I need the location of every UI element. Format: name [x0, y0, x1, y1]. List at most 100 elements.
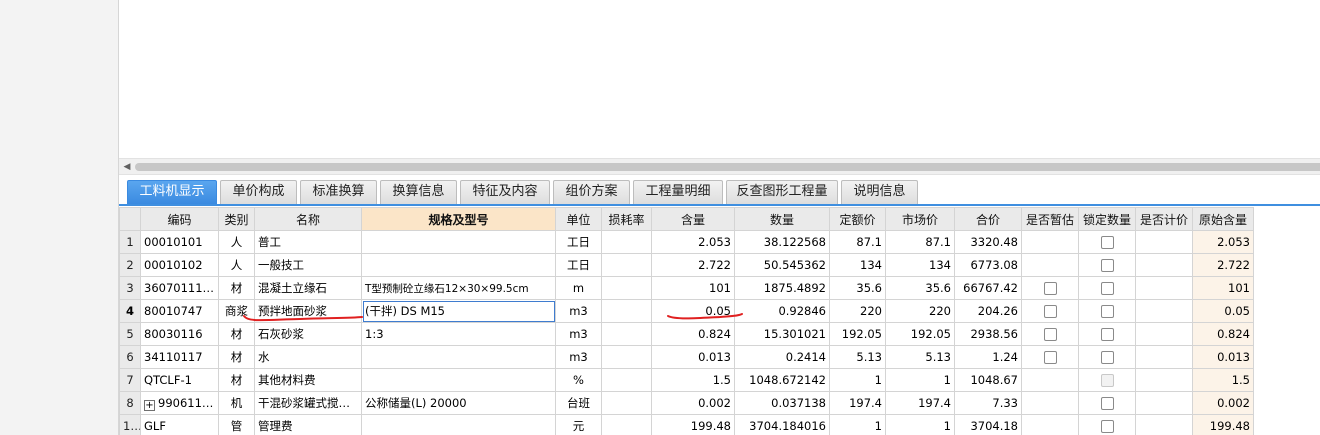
cell-loss-rate[interactable] [601, 276, 652, 300]
cell-market-price[interactable]: 220 [885, 299, 955, 323]
cell-loss-rate[interactable] [601, 299, 652, 323]
checkbox-icon[interactable] [1043, 328, 1057, 341]
header-original-content[interactable]: 原始含量 [1192, 207, 1254, 231]
cell-name[interactable]: 管理费 [254, 414, 362, 435]
header-lock-qty[interactable]: 锁定数量 [1078, 207, 1136, 231]
checkbox-icon[interactable] [1100, 328, 1114, 341]
checkbox-icon[interactable] [1043, 282, 1057, 295]
cell-type[interactable]: 材 [218, 345, 255, 369]
cell-loss-rate[interactable] [601, 414, 652, 435]
checkbox-icon[interactable] [1100, 236, 1114, 249]
table-row[interactable]: 2 00010102 人 一般技工 工日 2.722 50.545362 134… [119, 253, 1254, 277]
checkbox-icon[interactable] [1043, 351, 1057, 364]
cell-quantity[interactable]: 1875.4892 [734, 276, 830, 300]
cell-name[interactable]: 预拌地面砂浆 [254, 299, 362, 323]
cell-spec[interactable]: 1:3 [361, 322, 556, 346]
cell-type[interactable]: 机 [218, 391, 255, 415]
cell-unit[interactable]: 台班 [555, 391, 602, 415]
cell-quantity[interactable]: 0.92846 [734, 299, 830, 323]
header-content[interactable]: 含量 [651, 207, 735, 231]
checkbox-icon[interactable] [1100, 282, 1114, 295]
cell-loss-rate[interactable] [601, 345, 652, 369]
table-row[interactable]: 3 36070111@1 材 混凝土立缘石 T型预制砼立缘石12×30×99.5… [119, 276, 1254, 300]
cell-quota-price[interactable]: 35.6 [829, 276, 886, 300]
cell-market-price[interactable]: 5.13 [885, 345, 955, 369]
table-row[interactable]: 6 34110117 材 水 m3 0.013 0.2414 5.13 5.13… [119, 345, 1254, 369]
tab-materials-display[interactable]: 工料机显示 [127, 180, 217, 204]
cell-code[interactable]: 80030116 [140, 322, 219, 346]
cell-market-price[interactable]: 134 [885, 253, 955, 277]
cell-spec[interactable] [361, 230, 556, 254]
cell-unit[interactable]: m3 [555, 299, 602, 323]
cell-name[interactable]: 水 [254, 345, 362, 369]
cell-type[interactable]: 商浆 [218, 299, 255, 323]
cell-quota-price[interactable]: 5.13 [829, 345, 886, 369]
cell-code[interactable]: 00010102 [140, 253, 219, 277]
checkbox-icon[interactable] [1043, 305, 1057, 318]
cell-spec[interactable] [361, 368, 556, 392]
triangle-left-icon[interactable]: ◀ [121, 161, 133, 173]
cell-content[interactable]: 0.013 [651, 345, 735, 369]
cell-quantity[interactable]: 38.122568 [734, 230, 830, 254]
table-row-selected[interactable]: 4 80010747 商浆 预拌地面砂浆 (干拌) DS M15 m3 0.05… [119, 299, 1254, 323]
cell-code[interactable]: 00010101 [140, 230, 219, 254]
cell-loss-rate[interactable] [601, 230, 652, 254]
cell-unit[interactable]: % [555, 368, 602, 392]
table-row[interactable]: 8 +990611010 机 干混砂浆罐式搅… 公称储量(L) 20000 台班… [119, 391, 1254, 415]
checkbox-icon[interactable] [1100, 397, 1114, 410]
cell-loss-rate[interactable] [601, 368, 652, 392]
cell-spec[interactable] [361, 253, 556, 277]
cell-code[interactable]: QTCLF-1 [140, 368, 219, 392]
cell-quota-price[interactable]: 220 [829, 299, 886, 323]
cell-unit[interactable]: 元 [555, 414, 602, 435]
cell-type[interactable]: 管 [218, 414, 255, 435]
horizontal-scrollbar[interactable]: ◀ [119, 158, 1320, 175]
header-quantity[interactable]: 数量 [734, 207, 830, 231]
cell-unit[interactable]: m [555, 276, 602, 300]
header-quota-price[interactable]: 定额价 [829, 207, 886, 231]
header-spec[interactable]: 规格及型号 [361, 207, 556, 231]
cell-loss-rate[interactable] [601, 391, 652, 415]
cell-quota-price[interactable]: 1 [829, 368, 886, 392]
cell-type[interactable]: 材 [218, 368, 255, 392]
cell-name[interactable]: 一般技工 [254, 253, 362, 277]
checkbox-icon[interactable] [1100, 305, 1114, 318]
cell-content[interactable]: 2.053 [651, 230, 735, 254]
header-name[interactable]: 名称 [254, 207, 362, 231]
cell-content[interactable]: 1.5 [651, 368, 735, 392]
cell-unit[interactable]: m3 [555, 345, 602, 369]
cell-content[interactable]: 0.05 [651, 299, 735, 323]
header-unit[interactable]: 单位 [555, 207, 602, 231]
cell-spec[interactable] [361, 414, 556, 435]
cell-code[interactable]: GLF [140, 414, 219, 435]
header-market-price[interactable]: 市场价 [885, 207, 955, 231]
table-row[interactable]: 1 00010101 人 普工 工日 2.053 38.122568 87.1 … [119, 230, 1254, 254]
checkbox-icon[interactable] [1100, 351, 1114, 364]
header-loss-rate[interactable]: 损耗率 [601, 207, 652, 231]
header-code[interactable]: 编码 [140, 207, 219, 231]
cell-name[interactable]: 其他材料费 [254, 368, 362, 392]
cell-spec[interactable] [361, 345, 556, 369]
tab-features[interactable]: 特征及内容 [460, 180, 550, 204]
tab-conversion-info[interactable]: 换算信息 [380, 180, 457, 204]
cell-content[interactable]: 101 [651, 276, 735, 300]
cell-quota-price[interactable]: 197.4 [829, 391, 886, 415]
cell-unit[interactable]: 工日 [555, 253, 602, 277]
checkbox-icon[interactable] [1100, 420, 1114, 433]
cell-market-price[interactable]: 87.1 [885, 230, 955, 254]
cell-spec-editing[interactable]: (干拌) DS M15 [361, 299, 556, 323]
tab-description[interactable]: 说明信息 [841, 180, 918, 204]
cell-name[interactable]: 干混砂浆罐式搅… [254, 391, 362, 415]
cell-quota-price[interactable]: 87.1 [829, 230, 886, 254]
header-total[interactable]: 合价 [954, 207, 1022, 231]
tab-quantity-detail[interactable]: 工程量明细 [633, 180, 723, 204]
cell-code[interactable]: 36070111@1 [140, 276, 219, 300]
tab-pricing-scheme[interactable]: 组价方案 [553, 180, 630, 204]
table-row[interactable]: 15 GLF 管 管理费 元 199.48 3704.184016 1 1 37… [119, 414, 1254, 435]
tab-standard-conversion[interactable]: 标准换算 [300, 180, 377, 204]
table-row[interactable]: 7 QTCLF-1 材 其他材料费 % 1.5 1048.672142 1 1 … [119, 368, 1254, 392]
cell-quota-price[interactable]: 134 [829, 253, 886, 277]
cell-market-price[interactable]: 1 [885, 414, 955, 435]
cell-loss-rate[interactable] [601, 253, 652, 277]
cell-market-price[interactable]: 1 [885, 368, 955, 392]
